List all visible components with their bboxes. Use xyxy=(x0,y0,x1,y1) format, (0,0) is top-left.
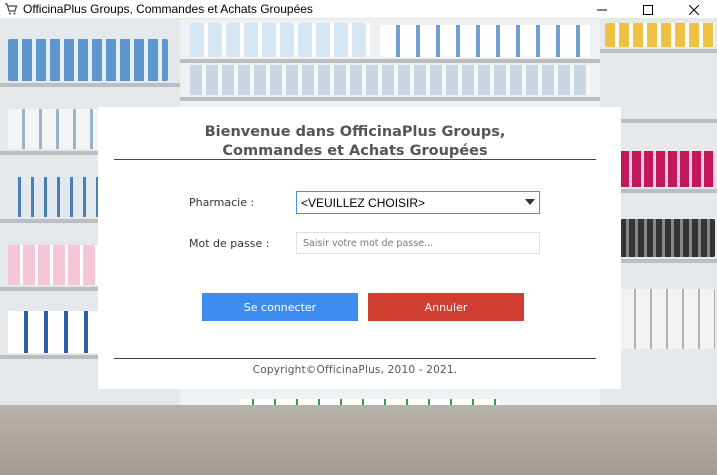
window-title: OfficinaPlus Groups, Commandes et Achats… xyxy=(23,2,313,16)
dialog-title-line1: Bienvenue dans OfficinaPlus Groups, xyxy=(204,124,506,140)
password-input[interactable] xyxy=(296,232,540,254)
title-bar: OfficinaPlus Groups, Commandes et Achats… xyxy=(0,0,717,19)
chevron-down-icon xyxy=(525,199,535,205)
close-button[interactable] xyxy=(671,0,717,19)
cancel-button[interactable]: Annuler xyxy=(368,293,524,321)
pharmacy-select-value: <VEUILLEZ CHOISIR> xyxy=(301,195,426,210)
password-label: Mot de passe : xyxy=(189,237,270,250)
maximize-icon xyxy=(643,4,653,15)
shopping-cart-icon xyxy=(5,3,18,15)
floor xyxy=(0,405,717,475)
bottom-divider xyxy=(114,358,596,359)
minimize-button[interactable] xyxy=(579,0,625,19)
maximize-button[interactable] xyxy=(625,0,671,19)
pharmacy-select[interactable]: <VEUILLEZ CHOISIR> xyxy=(296,191,540,214)
window-controls xyxy=(579,0,717,19)
top-divider xyxy=(114,159,596,160)
close-icon xyxy=(689,4,699,15)
dialog-title: Bienvenue dans OfficinaPlus Groups, Comm… xyxy=(114,123,596,161)
copyright-text: Copyright©OfficinaPlus, 2010 - 2021. xyxy=(252,364,458,376)
connect-button[interactable]: Se connecter xyxy=(202,293,358,321)
minimize-icon xyxy=(597,9,607,10)
pharmacy-label: Pharmacie : xyxy=(189,196,255,209)
login-dialog: Bienvenue dans OfficinaPlus Groups, Comm… xyxy=(98,107,621,389)
